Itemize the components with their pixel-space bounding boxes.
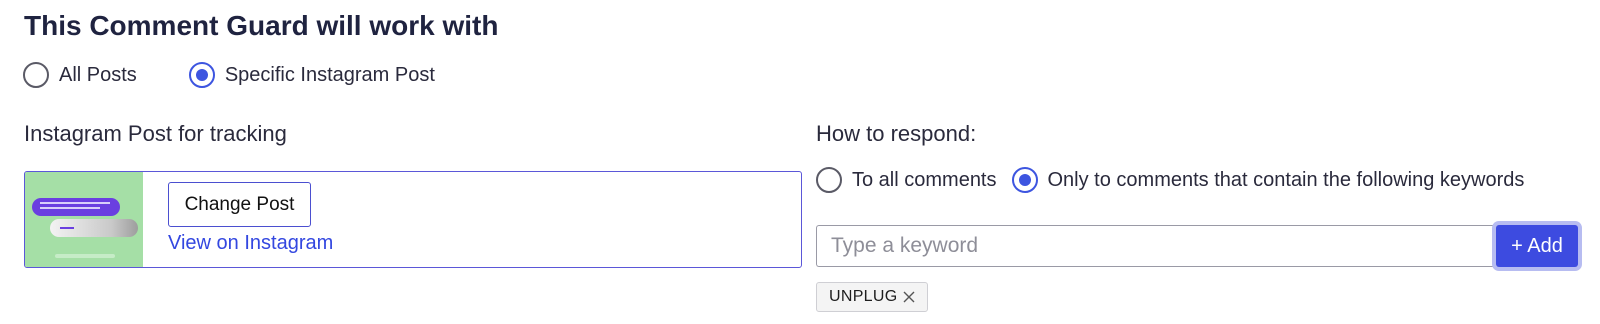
radio-button-selected[interactable] bbox=[188, 62, 215, 88]
radio-button[interactable] bbox=[816, 167, 842, 193]
radio-label: Specific Instagram Post bbox=[224, 63, 435, 86]
keyword-tag-label: UNPLUG bbox=[829, 288, 898, 305]
radio-all-posts[interactable]: All Posts bbox=[23, 62, 137, 88]
close-icon[interactable] bbox=[901, 289, 917, 305]
comment-guard-settings: This Comment Guard will work with All Po… bbox=[0, 0, 1600, 324]
radio-all-comments[interactable]: To all comments bbox=[816, 167, 997, 193]
add-keyword-button[interactable]: + Add bbox=[1496, 225, 1578, 267]
radio-label: All Posts bbox=[59, 63, 137, 86]
radio-specific-post[interactable]: Specific Instagram Post bbox=[188, 62, 435, 88]
radio-label: Only to comments that contain the follow… bbox=[1047, 168, 1525, 191]
respond-radio-group: To all comments Only to comments that co… bbox=[816, 167, 1524, 193]
radio-button[interactable] bbox=[23, 62, 49, 88]
radio-label: To all comments bbox=[852, 168, 997, 191]
radio-button-selected[interactable] bbox=[1011, 167, 1038, 193]
tracking-title: Instagram Post for tracking bbox=[24, 121, 287, 146]
radio-keyword-comments[interactable]: Only to comments that contain the follow… bbox=[1011, 167, 1525, 193]
section-title: This Comment Guard will work with bbox=[24, 10, 499, 41]
keyword-input[interactable] bbox=[816, 225, 1496, 267]
keyword-tag: UNPLUG bbox=[816, 282, 929, 312]
respond-title: How to respond: bbox=[816, 121, 977, 146]
change-post-button[interactable]: Change Post bbox=[168, 182, 311, 227]
instagram-post-card bbox=[24, 171, 802, 268]
scope-radio-group: All Posts Specific Instagram Post bbox=[23, 62, 435, 88]
view-on-instagram-link[interactable]: View on Instagram bbox=[168, 232, 333, 255]
post-thumbnail bbox=[25, 172, 143, 267]
